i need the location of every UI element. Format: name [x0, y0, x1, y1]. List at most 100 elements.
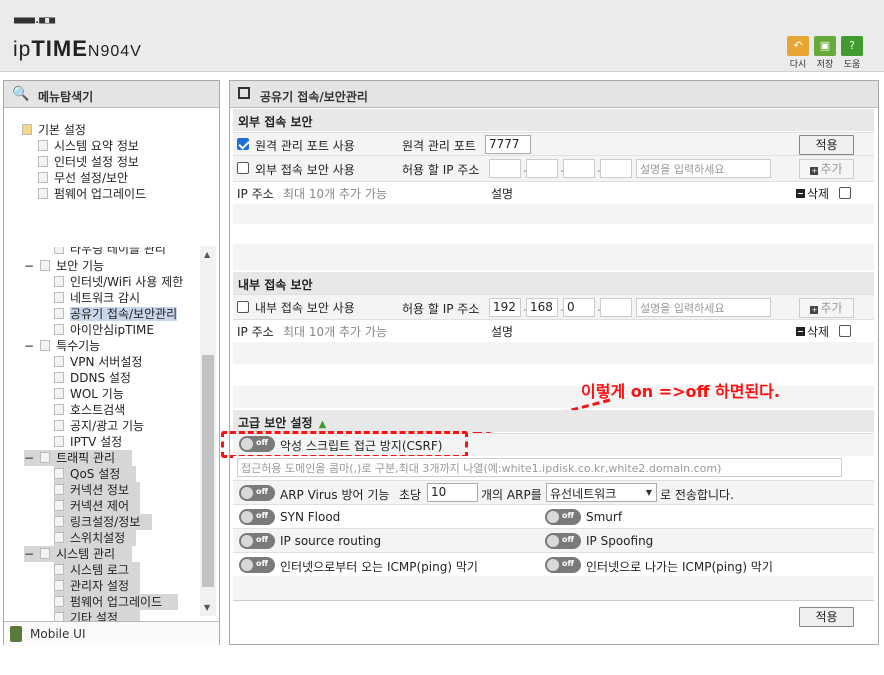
- remote-port-checkbox[interactable]: [237, 138, 249, 150]
- tree-qos[interactable]: QoS 설정: [54, 466, 136, 482]
- collapse-icon[interactable]: −: [24, 451, 34, 465]
- external-ip-octet-1[interactable]: [489, 159, 521, 178]
- tree-ddns[interactable]: DDNS 설정: [54, 370, 131, 386]
- tree-host-search[interactable]: 호스트검색: [54, 402, 125, 418]
- minus-icon: [796, 327, 805, 336]
- tree-router-access[interactable]: 공유기 접속/보안관리: [54, 306, 178, 322]
- delete-all-control[interactable]: 삭제: [796, 323, 829, 340]
- tree-label: 특수기능: [56, 339, 101, 353]
- internal-delete-all-checkbox[interactable]: [839, 325, 851, 337]
- smurf-toggle[interactable]: off: [545, 509, 581, 525]
- internal-section-title: 내부 접속 보안: [233, 272, 874, 294]
- help-icon: ?: [849, 39, 855, 52]
- tree-basic-settings[interactable]: 기본 설정: [22, 122, 86, 138]
- tree-system-log[interactable]: 시스템 로그: [54, 562, 140, 578]
- tree-network-monitor[interactable]: 네트워크 감시: [54, 290, 140, 306]
- tree-traffic[interactable]: − 트래픽 관리: [24, 450, 132, 466]
- internal-ip-octet-4[interactable]: [600, 298, 632, 317]
- internal-ip-octet-1[interactable]: 192: [489, 298, 521, 317]
- scrollbar-thumb[interactable]: [202, 355, 214, 587]
- tree-wol[interactable]: WOL 기능: [54, 386, 124, 402]
- external-ip-octet-2[interactable]: [526, 159, 558, 178]
- tree-notice-ad[interactable]: 공지/광고 기능: [54, 418, 144, 434]
- internal-description-input[interactable]: 설명을 입력하세요: [636, 298, 771, 317]
- tree-connection-control[interactable]: 커넥션 제어: [54, 498, 140, 514]
- tree-internet-settings[interactable]: 인터넷 설정 정보: [38, 154, 139, 170]
- tree-misc-settings[interactable]: 기타 설정: [54, 610, 140, 621]
- csrf-domain-input[interactable]: 접근허용 도메인을 콤마(,)로 구분,최대 3개까지 나열(예:white1.…: [237, 458, 842, 477]
- tree-routing-table[interactable]: 라우팅 테이블 관리: [54, 247, 166, 257]
- page-icon: [54, 436, 64, 447]
- apply-button-top[interactable]: 적용: [799, 135, 854, 155]
- advanced-empty-row: [233, 576, 874, 600]
- icmp-row: off 인터넷으로부터 오는 ICMP(ping) 막기 off 인터넷으로 나…: [233, 552, 874, 576]
- external-security-checkbox[interactable]: [237, 162, 249, 174]
- external-ip-octet-4[interactable]: [600, 159, 632, 178]
- tree-firmware-upgrade-2[interactable]: 펌웨어 업그레이드: [54, 594, 178, 610]
- page-icon: [54, 404, 64, 415]
- external-add-button[interactable]: + 추가: [799, 159, 854, 179]
- internal-add-button[interactable]: + 추가: [799, 298, 854, 318]
- tree-connection-info[interactable]: 커넥션 정보: [54, 482, 140, 498]
- toggle-state: off: [562, 511, 574, 520]
- tree-admin-settings[interactable]: 관리자 설정: [54, 578, 140, 594]
- tree-internet-limit[interactable]: 인터넷/WiFi 사용 제한: [54, 274, 183, 290]
- ip-source-routing-label: IP source routing: [280, 534, 382, 548]
- arp-count-input[interactable]: 10: [427, 483, 478, 502]
- tree-system-admin[interactable]: − 시스템 관리: [24, 546, 132, 562]
- ip-spoofing-toggle[interactable]: off: [545, 533, 581, 549]
- external-ip-octet-3[interactable]: [563, 159, 595, 178]
- save-label: 저장: [816, 60, 834, 70]
- tree-wireless-settings[interactable]: 무선 설정/보안: [38, 170, 128, 186]
- phone-icon: [10, 626, 22, 642]
- header-bar: ■■■■.■□■ ipTIMEN904V ↶ 다시 ▣ 저장 ? 도움: [0, 0, 884, 72]
- internal-ip-octet-2[interactable]: 168: [526, 298, 558, 317]
- csrf-toggle[interactable]: off: [239, 436, 275, 452]
- arp-target-select[interactable]: 유선네트워크 ▼: [546, 483, 657, 502]
- ip-source-routing-toggle[interactable]: off: [239, 533, 275, 549]
- ip-limit-hint: 최대 10개 추가 가능: [283, 187, 387, 201]
- internal-security-checkbox[interactable]: [237, 301, 249, 313]
- collapse-icon[interactable]: −: [24, 259, 34, 273]
- tree-iptv[interactable]: IPTV 설정: [54, 434, 122, 450]
- arp-suffix-label: 개의 ARP를: [481, 488, 542, 502]
- save-button[interactable]: ▣: [814, 36, 836, 56]
- remote-port-input[interactable]: 7777: [485, 135, 531, 154]
- csrf-label: 악성 스크립트 접근 방지(CSRF): [280, 439, 443, 453]
- icmp-in-toggle[interactable]: off: [239, 557, 275, 573]
- tree-label: 기본 설정: [38, 123, 86, 137]
- monitor-icon: [38, 156, 48, 167]
- apply-button-bottom[interactable]: 적용: [799, 607, 854, 627]
- icmp-out-toggle[interactable]: off: [545, 557, 581, 573]
- delete-label: 삭제: [807, 325, 830, 339]
- undo-button[interactable]: ↶: [787, 36, 809, 56]
- toggle-knob: [241, 559, 253, 571]
- toggle-knob: [547, 535, 559, 547]
- table-icon: [54, 247, 64, 254]
- tree-security[interactable]: − 보안 기능: [24, 258, 104, 274]
- collapse-icon[interactable]: −: [24, 547, 34, 561]
- tree-firmware-upgrade[interactable]: 펌웨어 업그레이드: [38, 186, 146, 202]
- syn-flood-toggle[interactable]: off: [239, 509, 275, 525]
- scroll-up-icon[interactable]: ▲: [204, 250, 210, 259]
- tree-system-summary[interactable]: 시스템 요약 정보: [38, 138, 139, 154]
- collapse-up-icon[interactable]: ▲: [319, 419, 327, 430]
- collapse-icon[interactable]: −: [24, 339, 34, 353]
- tree-vpn[interactable]: VPN 서버설정: [54, 354, 142, 370]
- external-delete-all-checkbox[interactable]: [839, 187, 851, 199]
- toggle-knob: [241, 438, 253, 450]
- tree-kids-safe[interactable]: 아이안심ipTIME: [54, 322, 154, 338]
- arp-toggle[interactable]: off: [239, 485, 275, 501]
- tree-link-settings[interactable]: 링크설정/정보: [54, 514, 152, 530]
- tree-special[interactable]: − 특수기능: [24, 338, 100, 354]
- scroll-down-icon[interactable]: ▼: [204, 603, 210, 612]
- tree-label: 아이안심ipTIME: [70, 323, 154, 337]
- help-button[interactable]: ?: [841, 36, 863, 56]
- mobile-ui-link[interactable]: Mobile UI: [4, 621, 219, 645]
- arp-label: ARP Virus 방어 기능: [280, 488, 390, 502]
- external-description-input[interactable]: 설명을 입력하세요: [636, 159, 771, 178]
- tree-label: VPN 서버설정: [70, 355, 143, 369]
- internal-ip-octet-3[interactable]: 0: [563, 298, 595, 317]
- tree-switch-settings[interactable]: 스위치설정: [54, 530, 136, 546]
- delete-all-control[interactable]: 삭제: [796, 185, 829, 202]
